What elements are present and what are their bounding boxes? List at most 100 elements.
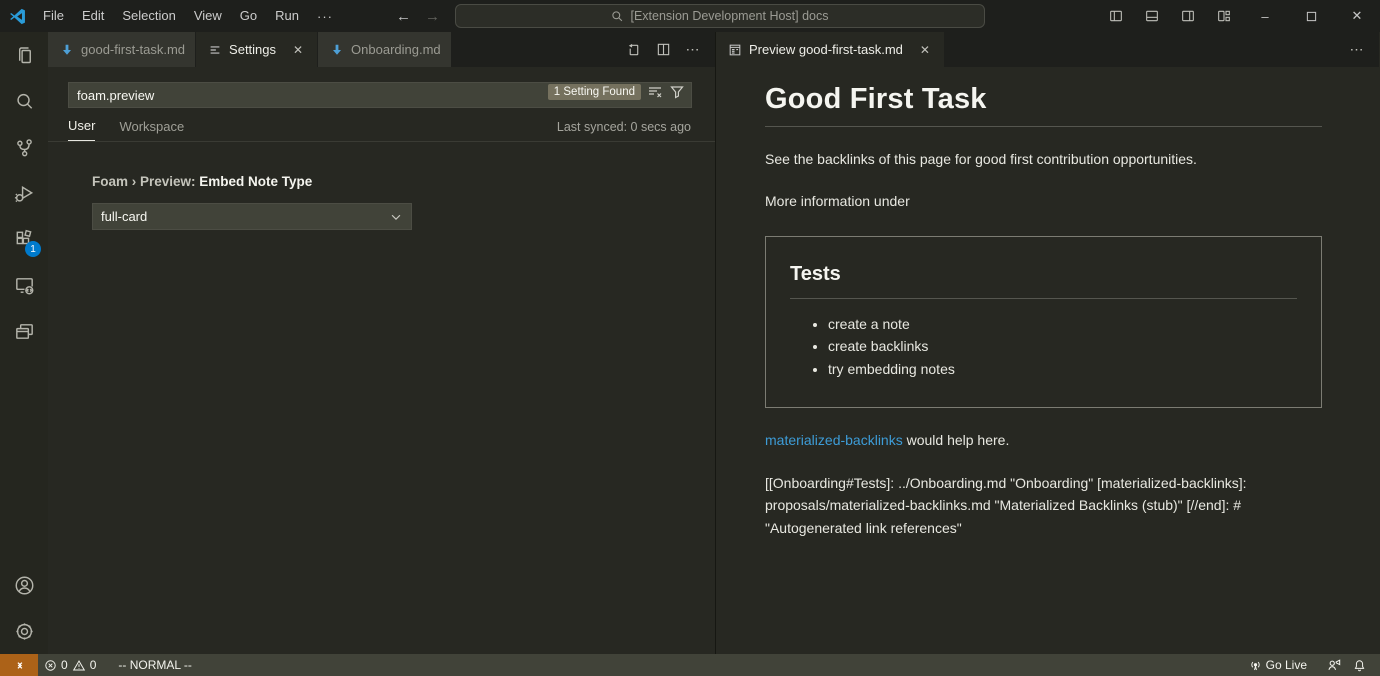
list-item: create a note [828, 313, 1297, 336]
link-references-paragraph: [[Onboarding#Tests]: ../Onboarding.md "O… [765, 472, 1317, 539]
last-synced-label: Last synced: 0 secs ago [557, 120, 691, 141]
multiple-windows-icon[interactable] [0, 308, 48, 354]
tab-label: Onboarding.md [351, 42, 441, 57]
menu-run[interactable]: Run [266, 5, 308, 27]
remote-explorer-icon[interactable] [0, 262, 48, 308]
go-live-button[interactable]: Go Live [1243, 654, 1313, 676]
tab-onboarding[interactable]: Onboarding.md [318, 32, 452, 67]
vscode-window: File Edit Selection View Go Run ··· ← → … [0, 0, 1380, 676]
errors-icon [44, 659, 57, 672]
warnings-icon [72, 659, 86, 672]
materialized-backlinks-link[interactable]: materialized-backlinks [765, 432, 903, 448]
search-view-icon[interactable] [0, 78, 48, 124]
open-settings-json-icon[interactable] [621, 38, 645, 62]
left-tabbar: good-first-task.md Settings ✕ Onboarding… [48, 32, 715, 67]
window-maximize-button[interactable] [1288, 0, 1334, 32]
bell-icon [1353, 659, 1366, 672]
command-center-search[interactable]: [Extension Development Host] docs [455, 4, 985, 28]
statusbar: 0 0 -- NORMAL -- Go Live [0, 654, 1380, 676]
tab-good-first-task[interactable]: good-first-task.md [48, 32, 196, 67]
more-actions-icon[interactable]: ⋯ [1345, 38, 1369, 62]
toggle-panel-icon[interactable] [1134, 0, 1170, 32]
feedback-icon [1327, 658, 1341, 672]
window-minimize-button[interactable]: – [1242, 0, 1288, 32]
vim-mode-indicator[interactable]: -- NORMAL -- [112, 654, 198, 676]
scope-tab-user[interactable]: User [68, 118, 95, 141]
close-tab-icon[interactable]: ✕ [916, 43, 934, 57]
source-control-icon[interactable] [0, 124, 48, 170]
run-debug-icon[interactable] [0, 170, 48, 216]
navigate-forward-icon[interactable]: → [425, 8, 440, 25]
list-item: try embedding notes [828, 358, 1297, 381]
error-count: 0 [61, 658, 68, 672]
markdown-preview-icon [728, 43, 742, 57]
list-item: create backlinks [828, 335, 1297, 358]
feedback-button[interactable] [1321, 654, 1347, 676]
markdown-preview-pane: Good First Task See the backlinks of thi… [716, 67, 1379, 654]
link-suffix-text: would help here. [903, 432, 1010, 448]
split-editor-icon[interactable] [651, 38, 675, 62]
embedded-note-title: Tests [790, 263, 1297, 286]
setting-name-label: Embed Note Type [199, 174, 312, 189]
vscode-logo-icon [0, 8, 34, 25]
vim-mode-text: -- NORMAL -- [118, 658, 192, 672]
notifications-button[interactable] [1347, 654, 1372, 676]
activity-bar: 1 [0, 32, 48, 654]
tab-preview-good-first-task[interactable]: Preview good-first-task.md ✕ [716, 32, 945, 67]
menu-view[interactable]: View [185, 5, 231, 27]
remote-indicator[interactable] [0, 654, 38, 676]
toggle-primary-sidebar-icon[interactable] [1098, 0, 1134, 32]
embedded-note-list: create a note create backlinks try embed… [828, 313, 1297, 381]
preview-link-paragraph: materialized-backlinks would help here. [765, 430, 1322, 450]
command-center-label: [Extension Development Host] docs [630, 9, 828, 23]
more-actions-icon[interactable]: ⋯ [681, 38, 705, 62]
tab-label: Settings [229, 42, 276, 57]
broadcast-icon [1249, 659, 1262, 672]
settings-search-value: foam.preview [77, 88, 154, 103]
embedded-note-card: Tests create a note create backlinks try… [765, 236, 1322, 408]
search-icon [611, 10, 624, 23]
markdown-file-icon [330, 43, 344, 57]
customize-layout-icon[interactable] [1206, 0, 1242, 32]
dropdown-value: full-card [101, 209, 147, 224]
clear-settings-search-icon[interactable] [647, 84, 663, 100]
settings-scope-tabs: User Workspace Last synced: 0 secs ago [48, 108, 715, 142]
toggle-secondary-sidebar-icon[interactable] [1170, 0, 1206, 32]
menu-selection[interactable]: Selection [113, 5, 184, 27]
preview-paragraph: More information under [765, 191, 1322, 211]
divider [790, 298, 1297, 299]
settings-found-badge: 1 Setting Found [548, 84, 641, 100]
extensions-badge: 1 [25, 241, 41, 257]
preview-title: Good First Task [765, 83, 1322, 116]
settings-editor: foam.preview 1 Setting Found [48, 67, 715, 654]
chevron-down-icon [389, 210, 403, 224]
titlebar: File Edit Selection View Go Run ··· ← → … [0, 0, 1380, 32]
filter-settings-icon[interactable] [669, 84, 685, 100]
setting-embed-note-type: Foam › Preview: Embed Note Type full-car… [48, 142, 715, 230]
manage-settings-gear-icon[interactable] [0, 608, 48, 654]
tab-settings[interactable]: Settings ✕ [196, 32, 318, 67]
tab-label: Preview good-first-task.md [749, 42, 903, 57]
editor-group-left: good-first-task.md Settings ✕ Onboarding… [48, 32, 716, 654]
navigate-back-icon[interactable]: ← [396, 8, 411, 25]
menu-more-button[interactable]: ··· [308, 9, 342, 24]
window-close-button[interactable]: ✕ [1334, 0, 1380, 32]
menu-file[interactable]: File [34, 5, 73, 27]
embed-note-type-dropdown[interactable]: full-card [92, 203, 412, 230]
divider [765, 126, 1322, 127]
go-live-label: Go Live [1266, 658, 1307, 672]
tab-label: good-first-task.md [81, 42, 185, 57]
warning-count: 0 [90, 658, 97, 672]
editor-group-right: Preview good-first-task.md ✕ ⋯ Good Firs… [716, 32, 1379, 654]
menu-edit[interactable]: Edit [73, 5, 113, 27]
accounts-icon[interactable] [0, 562, 48, 608]
explorer-icon[interactable] [0, 32, 48, 78]
setting-category-label: Foam › Preview: [92, 174, 199, 189]
markdown-file-icon [60, 43, 74, 57]
close-tab-icon[interactable]: ✕ [289, 43, 307, 57]
extensions-icon[interactable]: 1 [0, 216, 48, 262]
menu-go[interactable]: Go [231, 5, 266, 27]
scope-tab-workspace[interactable]: Workspace [119, 119, 184, 141]
preview-paragraph: See the backlinks of this page for good … [765, 149, 1322, 169]
problems-indicator[interactable]: 0 0 [38, 654, 102, 676]
